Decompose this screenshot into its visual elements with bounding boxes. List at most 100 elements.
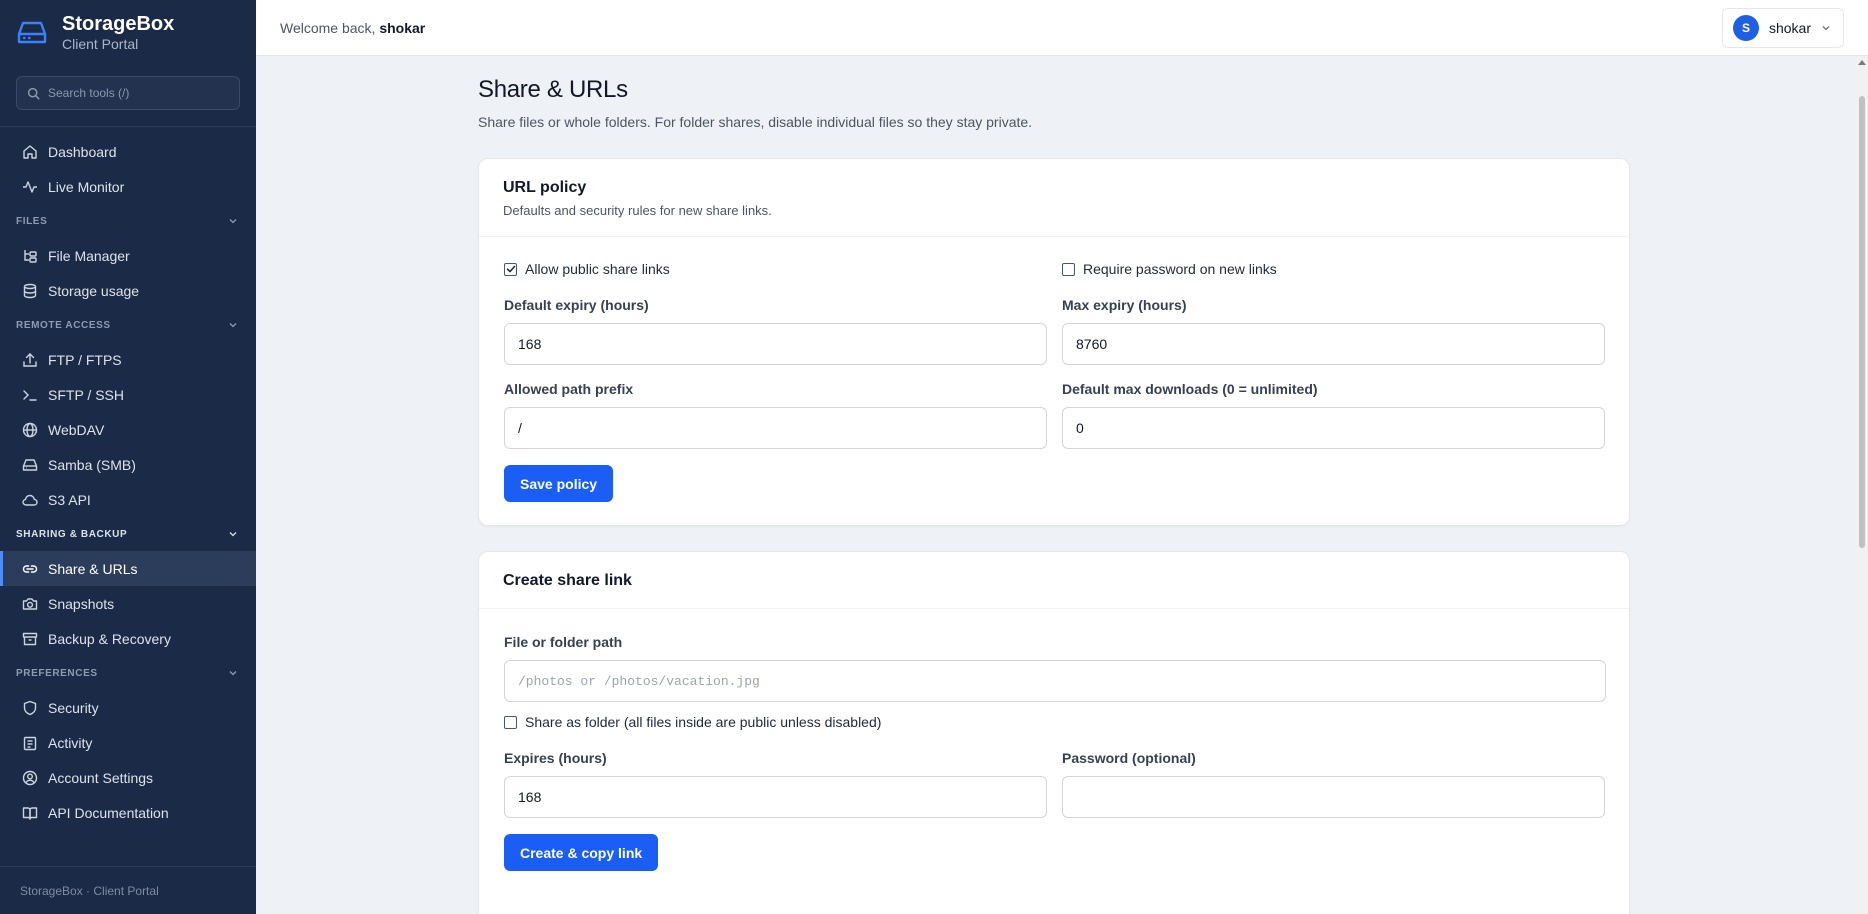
chevron-down-icon [229,532,237,537]
max-expiry-input[interactable]: 8760 [1062,323,1605,365]
link-icon [22,564,38,573]
sidebar-item-label: Live Monitor [48,178,125,195]
sidebar-item-sftp[interactable]: SFTP / SSH [0,377,256,412]
section-label: PREFERENCES [16,667,98,679]
sidebar-item-label: Dashboard [48,143,117,160]
card-header: Create share link [479,552,1629,609]
sidebar-item-api-docs[interactable]: API Documentation [0,795,256,830]
sidebar-item-label: Snapshots [48,595,115,612]
welcome-username: shokar [379,20,426,36]
sidebar-item-label: API Documentation [48,804,169,821]
card-header: URL policy Defaults and security rules f… [479,159,1629,237]
shield-icon [23,700,37,715]
section-label: REMOTE ACCESS [16,319,111,331]
card-title: URL policy [503,179,587,196]
sidebar-footer: StorageBox · Client Portal [20,884,159,898]
globe-icon [22,422,38,437]
sidebar-item-label: WebDAV [48,421,105,438]
upload-icon [23,352,37,367]
brand-title: StorageBox [62,13,175,35]
checkmark-icon [506,265,515,273]
expires-label: Expires (hours) [504,750,607,766]
sidebar-item-dashboard[interactable]: Dashboard [0,134,256,169]
sidebar-item-s3[interactable]: S3 API [0,482,256,517]
checkbox-label: Require password on new links [1083,261,1277,277]
avatar: S [1732,15,1759,41]
sidebar-item-label: Share & URLs [48,560,138,577]
chevron-down-icon [229,323,237,328]
sidebar-item-label: Samba (SMB) [48,456,136,473]
save-policy-button[interactable]: Save policy [504,465,614,502]
sidebar-item-label: S3 API [48,491,91,508]
card-title: Create share link [503,572,632,589]
welcome-text: Welcome back, [280,20,376,36]
clipboard-list-icon [23,736,37,750]
sidebar-item-live-monitor[interactable]: Live Monitor [0,169,256,204]
brand[interactable]: StorageBox Client Portal [0,0,256,64]
checkbox-label: Share as folder (all files inside are pu… [525,714,882,730]
password-input[interactable] [1062,776,1605,818]
sidebar-item-ftp[interactable]: FTP / FTPS [0,342,256,377]
sidebar-item-webdav[interactable]: WebDAV [0,412,256,447]
allow-public-links-checkbox[interactable]: Allow public share links [504,261,670,277]
share-path-input[interactable]: /photos or /photos/vacation.jpg [504,660,1606,702]
section-remote-access[interactable]: REMOTE ACCESS [0,308,256,342]
path-prefix-label: Allowed path prefix [504,381,634,397]
create-share-link-card: Create share link File or folder path /p… [478,551,1630,914]
search-icon [27,87,40,100]
folder-tree-icon [24,249,37,263]
scroll-up-arrow-icon[interactable] [1858,60,1866,65]
url-policy-card: URL policy Defaults and security rules f… [478,158,1630,526]
sidebar-item-storage-usage[interactable]: Storage usage [0,273,256,308]
top-bar: Welcome back, shokar S shokar [256,0,1868,56]
default-expiry-input[interactable]: 168 [504,323,1047,365]
sidebar-item-account-settings[interactable]: Account Settings [0,760,256,795]
activity-pulse-icon [23,180,37,193]
section-preferences[interactable]: PREFERENCES [0,656,256,690]
search-box[interactable] [16,76,240,110]
welcome-message: Welcome back, shokar [280,20,425,36]
sidebar-item-samba[interactable]: Samba (SMB) [0,447,256,482]
checkbox-box[interactable] [1062,262,1075,276]
password-label: Password (optional) [1062,750,1196,766]
divider [0,126,256,127]
hard-drive-icon [22,458,38,471]
card-description: Defaults and security rules for new shar… [503,203,772,218]
chevron-down-icon [1822,26,1830,31]
archive-icon [22,632,38,645]
user-menu-button[interactable]: S shokar [1721,8,1844,48]
page-title: Share & URLs [478,76,628,103]
max-downloads-input[interactable]: 0 [1062,407,1605,449]
path-label: File or folder path [504,634,623,650]
checkbox-box[interactable] [504,262,517,276]
default-expiry-label: Default expiry (hours) [504,297,649,313]
sidebar-item-security[interactable]: Security [0,690,256,725]
scrollbar[interactable] [1856,56,1868,914]
sidebar-item-backup[interactable]: Backup & Recovery [0,621,256,656]
max-downloads-label: Default max downloads (0 = unlimited) [1062,381,1318,397]
sidebar-item-snapshots[interactable]: Snapshots [0,586,256,621]
database-icon [23,283,37,298]
sidebar-item-label: Storage usage [48,282,140,299]
sidebar-item-label: Security [48,699,99,716]
brand-subtitle: Client Portal [62,36,139,52]
share-as-folder-checkbox[interactable]: Share as folder (all files inside are pu… [504,714,881,730]
sidebar-item-activity[interactable]: Activity [0,725,256,760]
max-expiry-label: Max expiry (hours) [1062,297,1187,313]
sidebar-item-file-manager[interactable]: File Manager [0,238,256,273]
sidebar-item-label: Activity [48,734,93,751]
create-copy-link-button[interactable]: Create & copy link [504,834,659,871]
scrollbar-thumb[interactable] [1859,96,1865,548]
sidebar-item-label: Backup & Recovery [48,630,171,647]
section-files[interactable]: FILES [0,204,256,238]
section-sharing-backup[interactable]: SHARING & BACKUP [0,517,256,551]
search-input[interactable] [48,86,228,100]
chevron-down-icon [229,671,237,676]
require-password-checkbox[interactable]: Require password on new links [1062,261,1277,277]
sidebar-item-share-urls[interactable]: Share & URLs [0,551,256,586]
checkbox-box[interactable] [504,715,517,729]
expires-input[interactable]: 168 [504,776,1047,818]
sidebar-item-label: SFTP / SSH [48,386,124,403]
path-prefix-input[interactable]: / [504,407,1047,449]
sidebar-item-label: File Manager [48,247,130,264]
